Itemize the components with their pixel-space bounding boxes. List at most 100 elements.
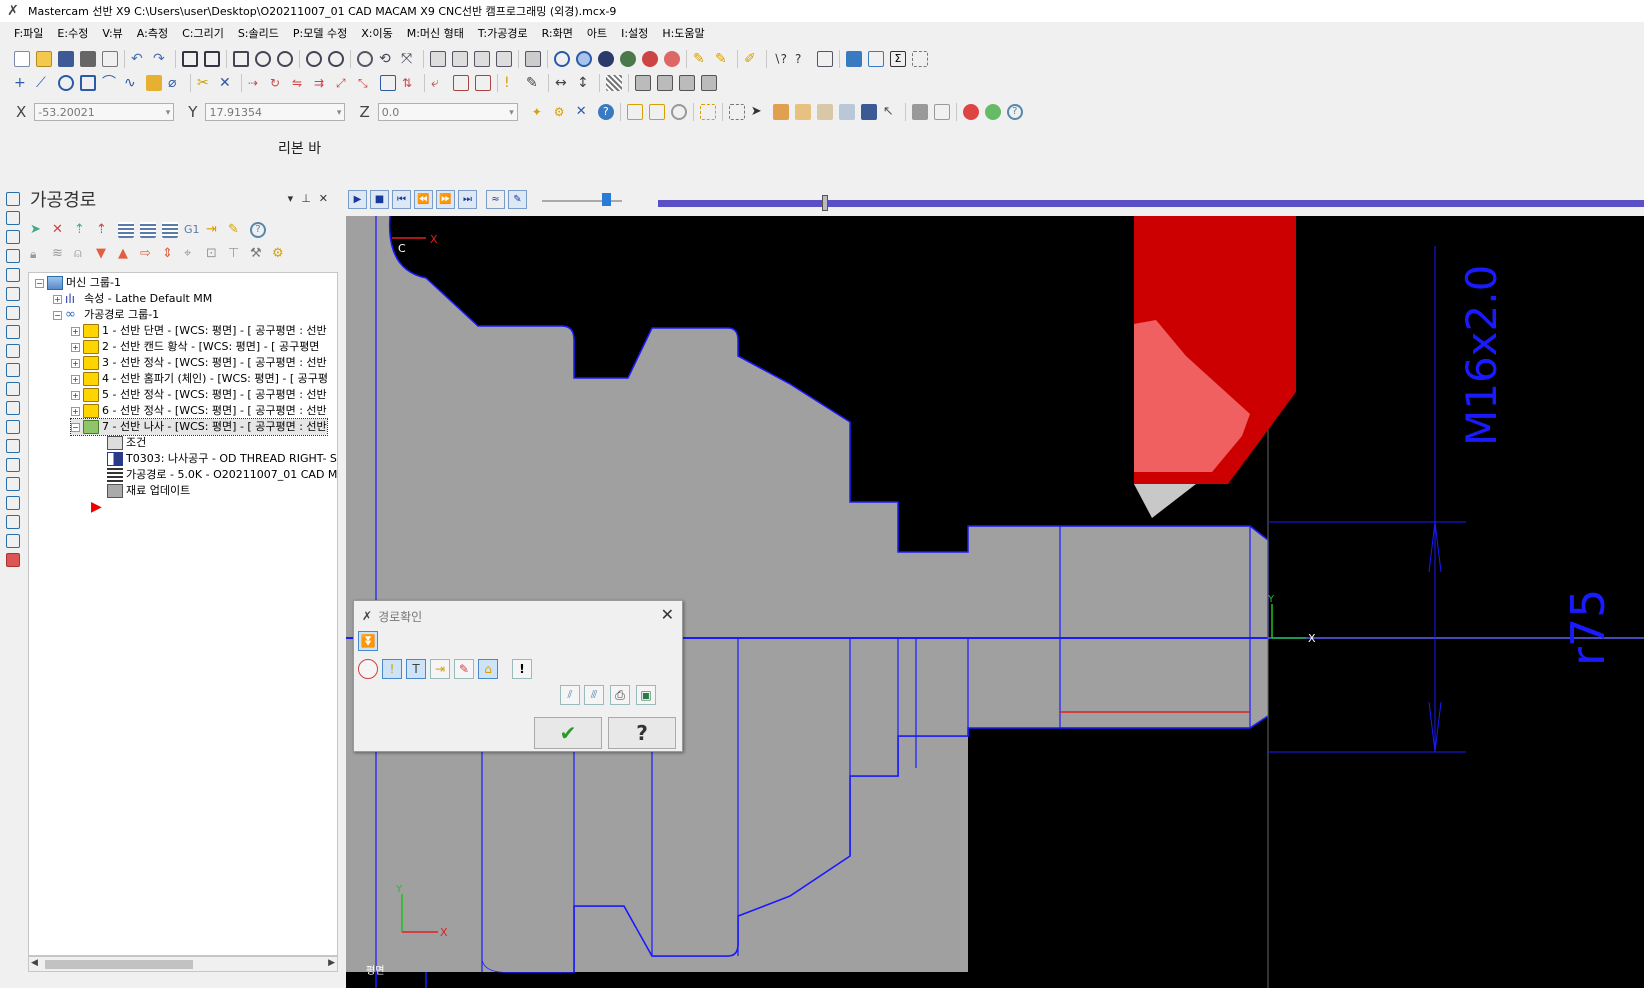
tree-node-op-2[interactable]: + 2 - 선반 캔드 황삭 - [WCS: 평면] - [ 공구평면 <box>71 339 319 355</box>
light-icon[interactable]: ! <box>504 75 520 91</box>
display-endpoints-button[interactable]: ⌂ <box>478 659 498 679</box>
dim-horizontal-icon[interactable]: ↔ <box>555 75 571 91</box>
display-rapid-button[interactable]: ⇥ <box>430 659 450 679</box>
autocursor-icon[interactable]: ⚙ <box>554 104 570 120</box>
expand-icon[interactable]: + <box>71 374 80 384</box>
lock-icon[interactable]: 🔒︎ <box>30 246 46 262</box>
verify-slash-button[interactable]: ⫽ <box>560 685 580 705</box>
help-button[interactable]: ? <box>608 717 676 749</box>
back-select-icon[interactable]: ↖ <box>883 104 899 120</box>
strip-tool-18-icon[interactable] <box>6 515 20 529</box>
note-icon[interactable]: ✎ <box>526 75 542 91</box>
cancel-point-icon[interactable]: ✕ <box>576 104 592 120</box>
strip-tool-7-icon[interactable] <box>6 306 20 320</box>
break-icon[interactable]: ✕ <box>219 75 235 91</box>
shading-red-icon[interactable] <box>642 51 658 67</box>
menu-solids[interactable]: S:솔리드 <box>238 25 279 41</box>
strip-tool-9-icon[interactable] <box>6 344 20 358</box>
strip-tool-17-icon[interactable] <box>6 496 20 510</box>
tree-node-op-1[interactable]: + 1 - 선반 단면 - [WCS: 평면] - [ 공구평면 : 선반 <box>71 323 327 339</box>
dialog-warning-button[interactable]: ! <box>512 659 532 679</box>
pencil-icon[interactable]: ✎ <box>693 51 709 67</box>
screenshot-camera-button[interactable]: ⎙ <box>610 685 630 705</box>
regen-dirty-icon[interactable]: ⇡ <box>96 222 112 238</box>
scroll-to-arrow-icon[interactable]: ⇕ <box>162 246 178 262</box>
tree-node-op-5[interactable]: + 5 - 선반 정삭 - [WCS: 평면] - [ 공구평면 : 선반 <box>71 387 327 403</box>
tree-node-tool[interactable]: T0303: 나사공구 - OD THREAD RIGHT- SMA <box>107 451 337 467</box>
strip-tool-4-icon[interactable] <box>6 249 20 263</box>
tree-node-op-7-selected[interactable]: − 7 - 선반 나사 - [WCS: 평면] - [ 공구평면 : 선반 <box>70 418 328 436</box>
insert-arrow-marker[interactable]: ▶ <box>91 499 102 515</box>
selection-help-icon[interactable]: ? <box>1006 104 1023 120</box>
point-icon[interactable]: + <box>14 75 30 91</box>
repaint-icon[interactable] <box>204 51 220 67</box>
cycle-display-button[interactable] <box>358 659 378 679</box>
expand-icon[interactable]: + <box>71 342 80 352</box>
strip-tool-6-icon[interactable] <box>6 287 20 301</box>
print-preview-icon[interactable] <box>102 51 118 67</box>
zoom-in-icon[interactable] <box>328 51 344 67</box>
fillet-icon[interactable]: ⌒ <box>102 75 118 91</box>
hatch-icon[interactable] <box>606 75 622 91</box>
tree-node-op-6[interactable]: + 6 - 선반 정삭 - [WCS: 평면] - [ 공구평면 : 선반 <box>71 403 327 419</box>
show-all-icon[interactable]: ⊡ <box>206 246 222 262</box>
strip-tool-2-icon[interactable] <box>6 211 20 225</box>
lathe-stock-icon[interactable] <box>475 75 491 91</box>
body-select-icon[interactable] <box>838 104 855 120</box>
unzoom-icon[interactable] <box>306 51 322 67</box>
redo-icon[interactable]: ↷ <box>153 51 169 67</box>
new-file-icon[interactable] <box>14 51 30 67</box>
show-tool-button[interactable]: ✎ <box>508 190 527 209</box>
display-holder-button[interactable]: T <box>406 659 426 679</box>
panel-close-icon[interactable]: ✕ <box>319 192 336 205</box>
strip-tool-10-icon[interactable] <box>6 363 20 377</box>
menu-art[interactable]: 아트 <box>587 25 607 41</box>
z-coordinate-input[interactable]: 0.0 <box>377 103 518 122</box>
analyze-icon[interactable]: ∖? <box>773 51 789 67</box>
collapse-icon[interactable]: − <box>53 310 62 320</box>
spline-icon[interactable]: ∿ <box>124 75 140 91</box>
tree-node-stock-update[interactable]: 재료 업데이트 <box>107 483 190 499</box>
menu-machine-type[interactable]: M:머신 형태 <box>407 25 464 41</box>
rectangle-icon[interactable] <box>80 75 96 91</box>
strip-tool-11-icon[interactable] <box>6 382 20 396</box>
deselect-ops-icon[interactable]: ✕ <box>52 222 68 238</box>
cylinder-icon[interactable] <box>146 75 162 91</box>
menu-help[interactable]: H:도움말 <box>662 25 704 41</box>
verify-select-icon[interactable] <box>860 104 877 120</box>
select-window-icon[interactable] <box>648 104 665 120</box>
xform-scale-icon[interactable]: ⤢ <box>336 75 352 91</box>
coord-help-icon[interactable]: ? <box>597 104 614 120</box>
settings-gear-icon[interactable] <box>846 51 862 67</box>
select-polygon-icon[interactable] <box>670 104 687 120</box>
tool-manager-icon[interactable]: ⚒ <box>250 246 266 262</box>
speed-slider-thumb[interactable] <box>602 193 611 206</box>
panel-pin-icon[interactable]: ⊥ <box>301 192 319 205</box>
strip-tool-1-icon[interactable] <box>6 192 20 206</box>
expand-icon[interactable]: + <box>53 294 62 304</box>
tree-node-toolpath[interactable]: 가공경로 - 5.0K - O20211007_01 CAD MAC <box>107 467 337 483</box>
strip-tool-16-icon[interactable] <box>6 477 20 491</box>
cursor-icon[interactable]: ➤ <box>751 104 767 120</box>
fast-point-icon[interactable]: ✦ <box>532 104 548 120</box>
menu-view[interactable]: V:뷰 <box>102 25 122 41</box>
select-mode-icon[interactable] <box>699 104 716 120</box>
select-only-icon[interactable] <box>933 104 950 120</box>
move-up-icon[interactable]: ▲ <box>118 246 134 262</box>
xform-array-icon[interactable] <box>380 75 396 91</box>
end-selection-icon[interactable] <box>962 104 979 120</box>
rotate-icon[interactable] <box>357 51 373 67</box>
zoom-selected-icon[interactable] <box>277 51 293 67</box>
gview-3-icon[interactable] <box>679 75 695 91</box>
scroll-thumb[interactable] <box>45 960 193 969</box>
strip-tool-3-icon[interactable] <box>6 230 20 244</box>
toolpath-tree[interactable]: − 머신 그룹-1 + ılı 속성 - Lathe Default MM − … <box>28 272 338 956</box>
regen-ops-icon[interactable]: ⇡ <box>74 222 90 238</box>
shading-green-icon[interactable] <box>620 51 636 67</box>
play-button[interactable]: ▶ <box>348 190 367 209</box>
pencil-pair-icon[interactable]: ✎ <box>715 51 731 67</box>
scroll-right-icon[interactable]: ▶ <box>328 958 335 968</box>
dynamic-rotate-icon[interactable]: ⟲ <box>379 51 395 67</box>
verify-multi-button[interactable]: ⫻ <box>584 685 604 705</box>
display-tool-button[interactable]: ! <box>382 659 402 679</box>
